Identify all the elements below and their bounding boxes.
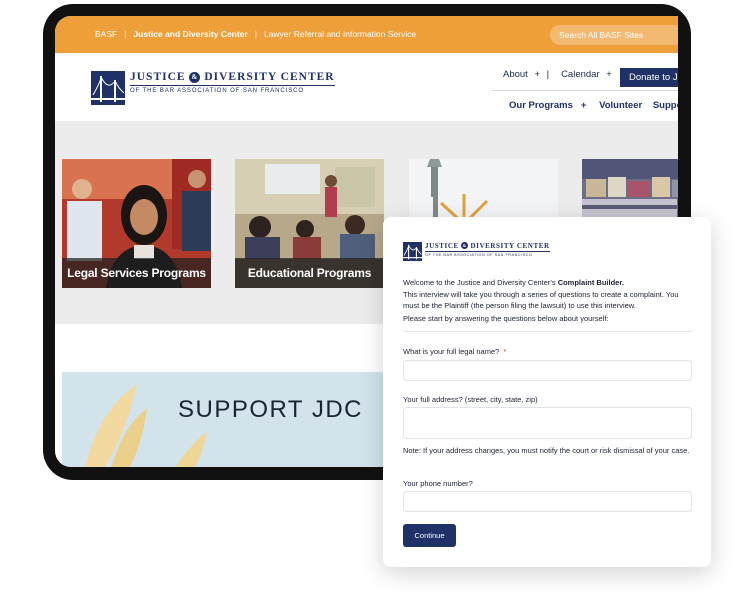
nav-about[interactable]: About [503,69,528,80]
full-legal-name-input[interactable] [403,360,692,381]
nav-separator: | [546,69,550,80]
card-label: Legal Services Programs [62,258,211,288]
utility-separator: | [254,29,257,39]
site-header: JUSTICE & DIVERSITY CENTER OF THE BAR AS… [55,53,678,121]
full-address-input[interactable] [403,407,692,439]
address-field-label: Your full address? (street, city, state,… [403,395,538,404]
nav-main: Our Programs + Volunteer Support Us [509,100,678,111]
nav-our-programs[interactable]: Our Programs [509,100,573,111]
lris-link[interactable]: Lawyer Referral and Information Service [264,29,416,39]
support-jdc-banner[interactable]: SUPPORT JDC [62,372,387,467]
required-marker: * [503,347,507,356]
nav-top: About + | Calendar + [503,69,616,80]
basf-link[interactable]: BASF [95,29,117,39]
logo-title: JUSTICE & DIVERSITY CENTER [425,242,550,250]
plus-icon[interactable]: + [606,69,612,80]
panel-divider [403,331,693,332]
name-field-label: What is your full legal name? * [403,347,507,356]
phone-field-label: Your phone number? [403,479,473,488]
logo-subtitle: OF THE BAR ASSOCIATION OF SAN FRANCISCO [130,88,304,94]
logo-title: JUSTICE & DIVERSITY CENTER [130,71,335,83]
continue-button[interactable]: Continue [403,524,456,547]
address-change-note: Note: If your address changes, you must … [403,446,690,455]
bridge-logo-icon [403,242,422,261]
support-jdc-heading: SUPPORT JDC [178,396,363,423]
bridge-logo-icon [91,71,125,105]
nav-support-us[interactable]: Support Us [653,100,678,111]
intro-description: This interview will take you through a s… [403,290,679,310]
nav-divider [492,90,678,91]
intro-welcome: Welcome to the Justice and Diversity Cen… [403,278,624,287]
logo-ampersand: & [189,72,201,83]
logo-ampersand: & [461,242,469,249]
complaint-builder-panel: JUSTICE & DIVERSITY CENTER OF THE BAR AS… [383,217,711,567]
utility-separator: | [124,29,127,39]
card-label: Educational Programs [235,258,384,288]
search-all-sites-input[interactable]: Search All BASF Sites [550,25,678,45]
jdc-link[interactable]: Justice and Diversity Center [133,29,247,39]
utility-links: BASF | Justice and Diversity Center | La… [95,29,416,39]
jdc-logo[interactable]: JUSTICE & DIVERSITY CENTER OF THE BAR AS… [91,71,335,106]
plus-icon[interactable]: + [581,100,587,111]
nav-calendar[interactable]: Calendar [561,69,600,80]
plus-icon[interactable]: + [534,69,540,80]
utility-bar: BASF | Justice and Diversity Center | La… [55,16,678,53]
nav-volunteer[interactable]: Volunteer [599,100,642,111]
logo-subtitle: OF THE BAR ASSOCIATION OF SAN FRANCISCO [425,253,533,257]
phone-number-input[interactable] [403,491,692,512]
card-educational[interactable]: Educational Programs [235,159,384,288]
intro-instructions: Please start by answering the questions … [403,314,609,323]
panel-logo: JUSTICE & DIVERSITY CENTER OF THE BAR AS… [403,242,550,261]
card-legal-services[interactable]: Legal Services Programs [62,159,211,288]
donate-button[interactable]: Donate to JDC [620,68,678,87]
